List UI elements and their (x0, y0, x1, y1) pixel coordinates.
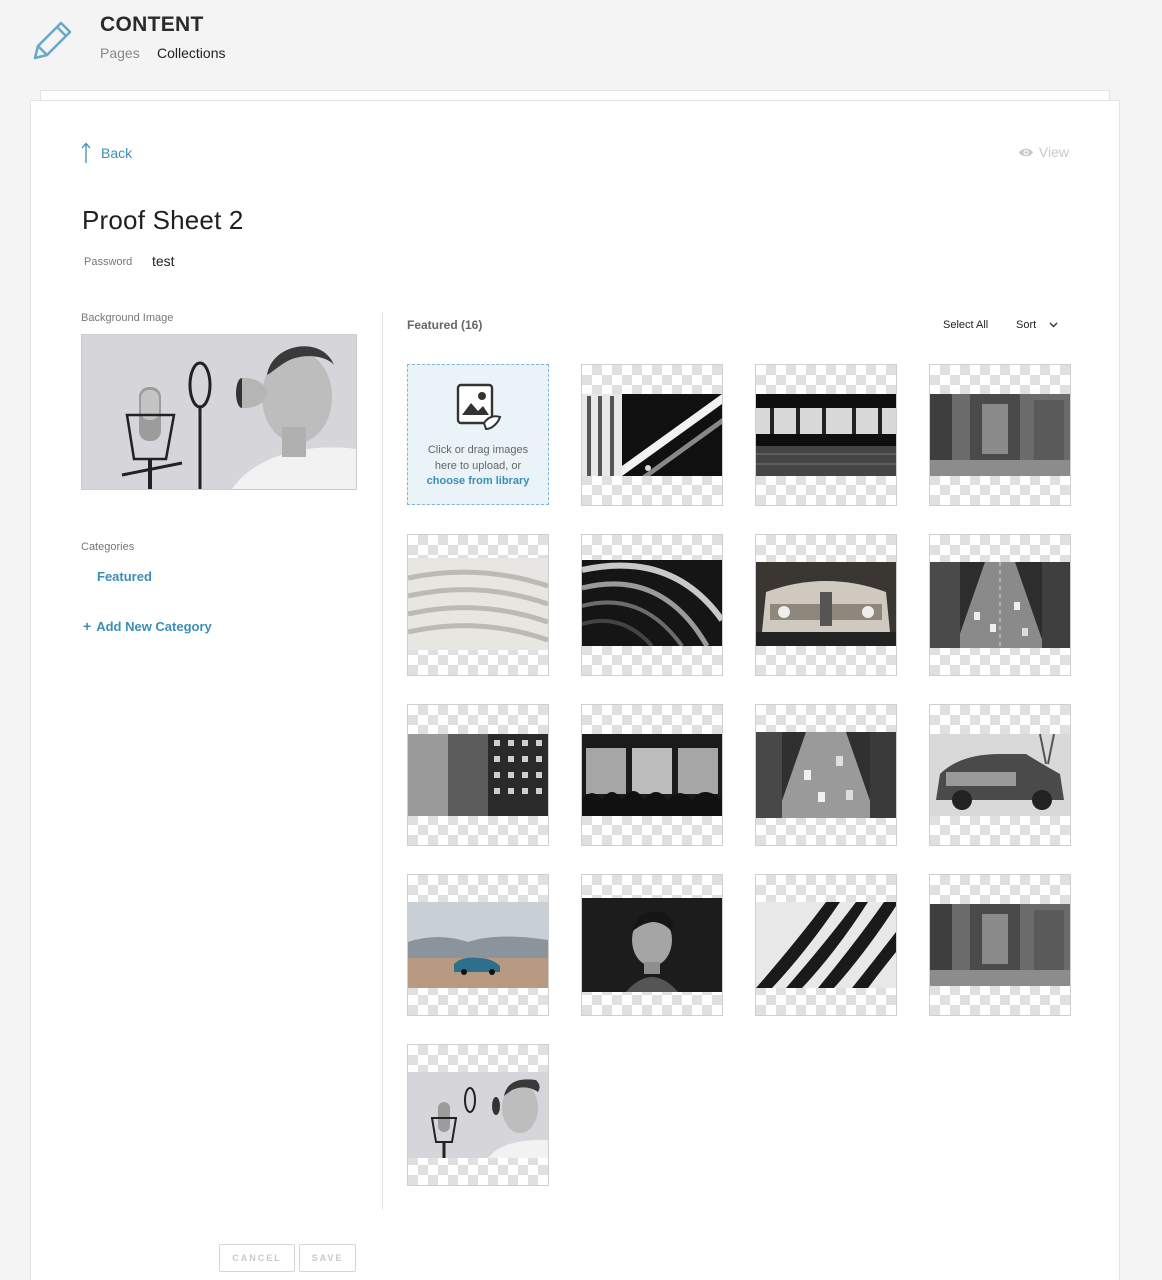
eye-icon (1018, 148, 1033, 156)
thumbnail-image (408, 1072, 548, 1158)
plus-icon: + (83, 618, 92, 634)
column-divider (382, 312, 383, 1210)
thumbnail-image (756, 394, 896, 476)
gallery-thumbnail[interactable] (755, 704, 897, 846)
password-label: Password (84, 256, 133, 268)
view-label: View (1038, 144, 1069, 160)
upload-dropzone[interactable]: Click or drag images here to upload, or … (407, 364, 549, 505)
gallery-thumbnail[interactable] (407, 874, 549, 1016)
password-input[interactable] (152, 253, 332, 269)
gallery-thumbnail[interactable] (581, 704, 723, 846)
cancel-button[interactable]: CANCEL (219, 1244, 295, 1272)
gallery-thumbnail[interactable] (755, 534, 897, 676)
thumbnail-image (408, 558, 548, 650)
upload-line-2: here to upload, or (434, 459, 522, 472)
thumbnail-image (930, 904, 1070, 986)
thumbnail-image (756, 902, 896, 988)
gallery-thumbnail[interactable] (755, 364, 897, 506)
categories-label: Categories (81, 541, 135, 553)
add-category-button[interactable]: + Add New Category (83, 618, 212, 634)
sort-dropdown[interactable]: Sort (1016, 319, 1058, 331)
background-image-preview[interactable] (81, 334, 357, 490)
thumbnail-image (930, 734, 1070, 816)
gallery-title: Featured (16) (407, 318, 483, 332)
gallery-thumbnail[interactable] (755, 874, 897, 1016)
save-button[interactable]: SAVE (299, 1244, 356, 1272)
gallery-thumbnail[interactable] (929, 364, 1071, 506)
page-title: Proof Sheet 2 (82, 205, 244, 235)
gallery-thumbnail[interactable] (407, 704, 549, 846)
thumbnail-image (930, 394, 1070, 476)
thumbnail-image (756, 562, 896, 646)
thumbnail-image (582, 394, 722, 476)
view-button[interactable]: View (1018, 144, 1069, 160)
top-header: CONTENT Pages Collections (0, 0, 1162, 90)
gallery-thumbnail[interactable] (581, 874, 723, 1016)
thumbnail-image (582, 734, 722, 816)
gallery-thumbnail[interactable] (929, 874, 1071, 1016)
thumbnail-image (582, 560, 722, 646)
gallery-thumbnail[interactable] (929, 704, 1071, 846)
editor-panel: Back View Proof Sheet 2 Password Backgro… (30, 100, 1120, 1280)
pencil-icon (33, 21, 72, 60)
thumbnail-image (408, 902, 548, 988)
image-upload-icon (456, 383, 502, 431)
category-item-featured[interactable]: Featured (97, 569, 152, 584)
back-label: Back (101, 145, 133, 161)
sort-label: Sort (1016, 319, 1037, 331)
chevron-down-icon (1049, 322, 1058, 328)
upload-line-1: Click or drag images (427, 444, 529, 456)
choose-from-library-link[interactable]: choose from library (408, 474, 548, 490)
add-category-label: Add New Category (96, 618, 212, 634)
background-image-label: Background Image (81, 312, 174, 324)
gallery-thumbnail[interactable] (581, 364, 723, 506)
gallery-thumbnail[interactable] (407, 1044, 549, 1186)
gallery-thumbnail[interactable] (407, 534, 549, 676)
gallery-thumbnail[interactable] (581, 534, 723, 676)
app-title: CONTENT (100, 13, 204, 36)
nav-collections[interactable]: Collections (157, 45, 225, 61)
thumbnail-image (930, 562, 1070, 648)
gallery-thumbnail[interactable] (929, 534, 1071, 676)
nav-pages[interactable]: Pages (100, 45, 140, 61)
upload-instructions: Click or drag images here to upload, or … (408, 443, 548, 490)
arrow-up-icon (81, 142, 91, 163)
back-button[interactable]: Back (81, 141, 132, 165)
thumbnail-image (408, 734, 548, 816)
thumbnail-image (756, 732, 896, 818)
thumbnail-image (582, 898, 722, 992)
select-all-button[interactable]: Select All (943, 319, 988, 331)
